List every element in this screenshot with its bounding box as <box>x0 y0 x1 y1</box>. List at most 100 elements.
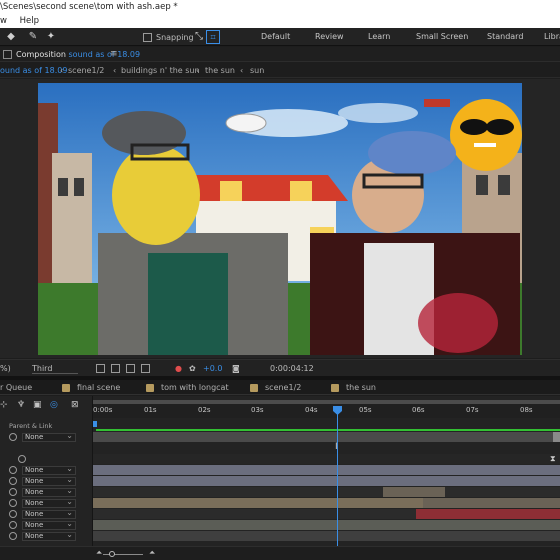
layer-bar[interactable] <box>93 498 423 508</box>
snap-options-icon[interactable]: ⤡ <box>192 30 206 44</box>
snapping-toggle[interactable]: Snapping <box>143 31 194 43</box>
tab-the-sun[interactable]: the sun <box>346 383 376 392</box>
composition-viewer[interactable] <box>0 79 560 358</box>
breadcrumb-scene1-2[interactable]: scene1/2 <box>68 66 104 75</box>
workspace-default[interactable]: Default <box>261 32 290 41</box>
tab-scene1-2[interactable]: scene1/2 <box>265 383 301 392</box>
pickwhip-icon[interactable] <box>9 521 17 529</box>
pickwhip-icon[interactable] <box>9 466 17 474</box>
pickwhip-icon[interactable] <box>9 477 17 485</box>
layer-row[interactable]: None <box>0 520 93 531</box>
parent-dropdown[interactable]: None <box>22 465 76 475</box>
parent-link-column-header: Parent & Link <box>9 422 53 430</box>
layer-row[interactable]: None <box>0 432 93 443</box>
layer-track[interactable] <box>93 509 560 519</box>
mask-visibility-icon[interactable] <box>126 364 135 373</box>
panel-lock-icon[interactable] <box>3 50 12 59</box>
zoom-in-icon[interactable]: ⏶ <box>149 548 155 558</box>
parent-dropdown[interactable]: None <box>22 476 76 486</box>
layer-track[interactable] <box>93 465 560 475</box>
parent-dropdown[interactable]: None <box>22 498 76 508</box>
tab-final-scene[interactable]: final scene <box>77 383 120 392</box>
graph-editor-icon[interactable]: ⊠ <box>71 400 79 410</box>
keyframe-icon[interactable]: ⧗ <box>550 454 556 464</box>
layer-bar[interactable] <box>423 498 560 508</box>
chevron-left-icon: ‹ <box>196 66 200 75</box>
layer-track[interactable] <box>93 487 560 497</box>
panel-menu-icon[interactable]: ≡ <box>110 49 118 59</box>
frame-blending-icon[interactable]: ▣ <box>33 400 42 410</box>
zoom-out-icon[interactable]: ⏶ <box>96 548 102 558</box>
layer-bar[interactable] <box>93 531 560 541</box>
menu-item-help[interactable]: Help <box>20 14 39 28</box>
layer-row[interactable]: None <box>0 531 93 542</box>
layer-bar[interactable] <box>383 487 445 497</box>
time-ruler[interactable]: 0:00s 01s 02s 03s 04s 05s 06s 07s 08s <box>93 404 560 418</box>
parent-dropdown[interactable]: None <box>22 432 76 442</box>
workspace-standard[interactable]: Standard <box>487 32 523 41</box>
search-icon[interactable]: ⊹ <box>0 400 8 410</box>
snap-grid-icon[interactable]: ⌗ <box>206 30 220 44</box>
breadcrumb-the-sun[interactable]: the sun <box>205 66 235 75</box>
zoom-slider-knob[interactable] <box>109 551 115 557</box>
magnification-dropdown[interactable]: %) <box>0 364 11 373</box>
workspace-small-screen[interactable]: Small Screen <box>416 32 468 41</box>
grid-guides-icon[interactable] <box>141 364 150 373</box>
current-time-start-marker <box>93 421 97 427</box>
layer-track[interactable] <box>93 476 560 486</box>
current-time-display[interactable]: 0:00:04:12 <box>270 364 314 373</box>
layer-row[interactable]: None <box>0 465 93 476</box>
layer-bar[interactable] <box>416 509 560 519</box>
tab-tom-with-longcat[interactable]: tom with longcat <box>161 383 229 392</box>
layer-row[interactable]: None <box>0 476 93 487</box>
layer-row[interactable]: None <box>0 498 93 509</box>
pickwhip-icon[interactable] <box>9 488 17 496</box>
motion-blur-icon[interactable]: ◎ <box>50 400 58 410</box>
composition-color-swatch <box>331 384 339 392</box>
layer-row[interactable]: None <box>0 487 93 498</box>
layer-track[interactable]: ⧗ <box>93 454 560 464</box>
tab-render-queue[interactable]: r Queue <box>0 383 32 392</box>
layer-row[interactable] <box>0 454 93 465</box>
parent-dropdown[interactable]: None <box>22 509 76 519</box>
region-of-interest-icon[interactable] <box>96 364 105 373</box>
layer-bar[interactable] <box>93 476 560 486</box>
workspace-learn[interactable]: Learn <box>368 32 390 41</box>
workspace-review[interactable]: Review <box>315 32 344 41</box>
roto-brush-icon[interactable]: ✎ <box>26 30 40 44</box>
comp-flowchart-icon[interactable]: ♆ <box>17 400 25 410</box>
parent-dropdown[interactable]: None <box>22 520 76 530</box>
breadcrumb-current[interactable]: ound as of 18.09 <box>0 66 67 75</box>
layer-bar[interactable] <box>93 520 560 530</box>
breadcrumb-sun[interactable]: sun <box>250 66 264 75</box>
camera-snapshot-icon[interactable]: ◙ <box>232 364 240 373</box>
layer-row[interactable]: None <box>0 509 93 520</box>
layer-bar[interactable] <box>93 465 560 475</box>
color-management-icon[interactable]: ✿ <box>189 364 196 373</box>
playhead-line[interactable] <box>337 409 338 549</box>
layer-bar-end[interactable] <box>553 432 560 442</box>
breadcrumb-buildings[interactable]: buildings n' the sun <box>121 66 200 75</box>
layer-track[interactable] <box>93 520 560 530</box>
pickwhip-icon[interactable] <box>9 433 17 441</box>
workspace-libraries[interactable]: Libra <box>544 32 560 41</box>
snapping-checkbox[interactable] <box>143 32 152 42</box>
eraser-tool-icon[interactable]: ◆ <box>4 30 18 44</box>
layer-track[interactable] <box>93 498 560 508</box>
pickwhip-icon[interactable] <box>9 510 17 518</box>
menu-bar: w Help <box>0 14 560 28</box>
pickwhip-icon[interactable] <box>9 499 17 507</box>
parent-dropdown[interactable]: None <box>22 531 76 541</box>
exposure-value[interactable]: +0.0 <box>203 364 222 373</box>
puppet-pin-icon[interactable]: ✦ <box>44 30 58 44</box>
menu-item-window[interactable]: w <box>0 14 7 28</box>
pickwhip-icon[interactable] <box>9 532 17 540</box>
transparency-grid-icon[interactable] <box>111 364 120 373</box>
layer-track[interactable] <box>93 531 560 541</box>
channel-icon[interactable]: ● <box>175 364 182 373</box>
layer-track[interactable] <box>93 432 560 442</box>
layer-bar[interactable] <box>93 432 553 442</box>
pickwhip-icon[interactable] <box>18 455 26 463</box>
resolution-dropdown[interactable]: Third <box>32 364 78 374</box>
parent-dropdown[interactable]: None <box>22 487 76 497</box>
